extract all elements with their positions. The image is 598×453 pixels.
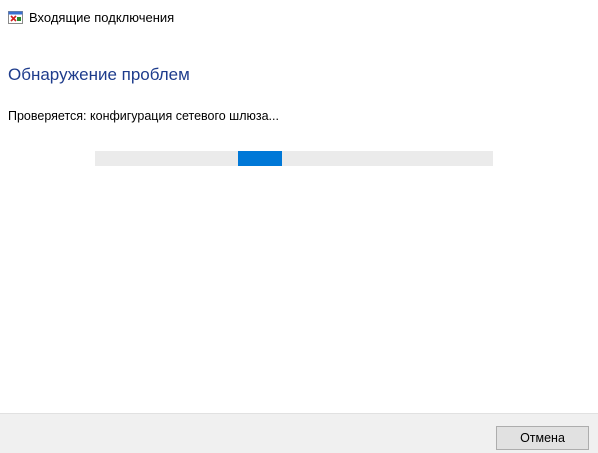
troubleshooter-icon <box>8 11 23 24</box>
status-text: Проверяется: конфигурация сетевого шлюза… <box>8 109 279 123</box>
footer-bar: Отмена <box>0 413 598 453</box>
page-heading: Обнаружение проблем <box>8 65 190 84</box>
progress-indicator <box>238 151 283 166</box>
troubleshooter-window: Входящие подключения Обнаружение проблем… <box>0 0 598 453</box>
cancel-button[interactable]: Отмена <box>496 426 589 450</box>
progress-bar <box>95 151 493 166</box>
title-bar: Входящие подключения <box>0 0 598 36</box>
window-title: Входящие подключения <box>29 10 175 25</box>
